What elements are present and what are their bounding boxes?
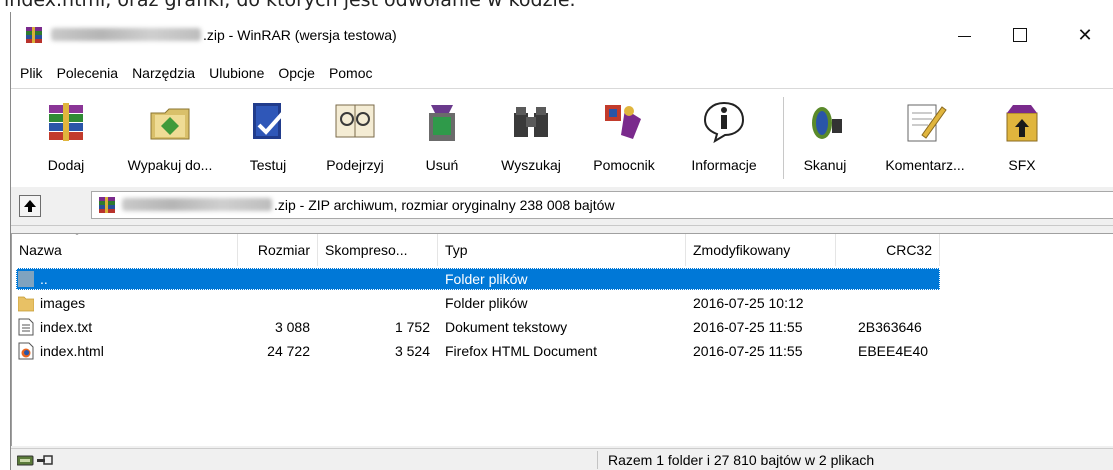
menu-plik[interactable]: Plik xyxy=(13,62,50,84)
info-label: Informacje xyxy=(691,157,757,173)
column-header-modified[interactable]: Zmodyfikowany xyxy=(686,234,836,266)
file-row-images[interactable]: images Folder plików 2016-07-25 10:12 xyxy=(12,292,1113,316)
menu-polecenia[interactable]: Polecenia xyxy=(50,62,126,84)
menu-narzedzia[interactable]: Narzędzia xyxy=(125,62,202,84)
column-header-packed[interactable]: Skompreso... xyxy=(318,234,438,266)
menu-pomoc[interactable]: Pomoc xyxy=(322,62,380,84)
window-title: .zip - WinRAR (wersja testowa) xyxy=(51,27,397,43)
binoculars-icon xyxy=(514,107,548,137)
book-glasses-icon xyxy=(335,104,375,138)
books-stack-icon xyxy=(49,103,83,141)
redacted-filename xyxy=(122,198,272,211)
virus-scan-icon xyxy=(812,107,842,139)
file-name: index.txt xyxy=(40,319,93,335)
file-packed: 1 752 xyxy=(394,319,430,335)
find-label: Wyszukaj xyxy=(501,157,561,173)
winrar-window: .zip - WinRAR (wersja testowa) ✕ Plik Po… xyxy=(10,12,1113,470)
status-bar: Razem 1 folder i 27 810 bajtów w 2 plika… xyxy=(11,448,1113,470)
test-label: Testuj xyxy=(249,157,287,173)
comment-label: Komentarz... xyxy=(885,157,965,173)
toolbar: Dodaj Wypakuj do... Testuj Podejrzyj Usu… xyxy=(11,88,1113,188)
test-check-icon xyxy=(253,103,285,139)
menu-bar: Plik Polecenia Narzędzia Ulubione Opcje … xyxy=(11,58,1113,88)
background-caption: index.html, oraz grafiki, do których jes… xyxy=(0,0,1113,12)
folder-up-icon xyxy=(18,271,34,287)
file-row-index-html[interactable]: index.html 24 722 3 524 Firefox HTML Doc… xyxy=(12,340,1113,364)
redacted-filename xyxy=(51,28,201,41)
sort-caret-icon: ﹀ xyxy=(72,234,82,243)
column-header-crc[interactable]: CRC32 xyxy=(836,234,940,266)
file-name: index.html xyxy=(40,343,104,359)
comment-button[interactable]: Komentarz... xyxy=(873,95,977,183)
comment-pen-icon xyxy=(907,104,947,142)
wizard-icon xyxy=(605,105,641,139)
file-modified: 2016-07-25 11:55 xyxy=(693,319,803,335)
file-crc: 2B363646 xyxy=(858,319,922,335)
info-icon xyxy=(703,101,745,144)
toolbar-separator xyxy=(783,97,784,179)
file-type: Firefox HTML Document xyxy=(445,343,597,359)
status-summary: Razem 1 folder i 27 810 bajtów w 2 plika… xyxy=(597,451,874,469)
close-button[interactable]: ✕ xyxy=(1058,12,1112,58)
file-type: Dokument tekstowy xyxy=(445,319,568,335)
file-type: Folder plików xyxy=(445,295,528,311)
drive-key-icon xyxy=(17,455,53,466)
scan-button[interactable]: Skanuj xyxy=(799,95,851,183)
address-row: .zip - ZIP archiwum, rozmiar oryginalny … xyxy=(11,187,1113,226)
file-modified: 2016-07-25 10:12 xyxy=(693,295,804,311)
extract-label: Wypakuj do... xyxy=(127,157,213,173)
delete-button[interactable]: Usuń xyxy=(419,95,465,183)
text-file-icon xyxy=(18,318,34,336)
file-row-index-txt[interactable]: index.txt 3 088 1 752 Dokument tekstowy … xyxy=(12,316,1113,340)
view-label: Podejrzyj xyxy=(326,157,384,173)
file-crc: EBEE4E40 xyxy=(858,343,929,359)
archive-path-box[interactable]: .zip - ZIP archiwum, rozmiar oryginalny … xyxy=(91,191,1113,219)
file-type: Folder plików xyxy=(445,271,528,287)
column-header-type[interactable]: Typ xyxy=(438,234,686,266)
file-name: images xyxy=(40,295,86,311)
caption-text: index.html, oraz grafiki, do których jes… xyxy=(4,0,576,11)
column-header-name[interactable]: Nazwa ﹀ xyxy=(12,234,238,266)
file-modified: 2016-07-25 11:55 xyxy=(693,343,803,359)
add-label: Dodaj xyxy=(47,157,85,173)
view-button[interactable]: Podejrzyj xyxy=(317,95,393,183)
maximize-button[interactable] xyxy=(993,12,1047,58)
sfx-label: SFX xyxy=(1008,157,1036,173)
test-button[interactable]: Testuj xyxy=(243,95,293,183)
wizard-button[interactable]: Pomocnik xyxy=(581,95,667,183)
archive-path-text: .zip - ZIP archiwum, rozmiar oryginalny … xyxy=(122,197,615,213)
file-size: 24 722 xyxy=(267,343,310,359)
info-button[interactable]: Informacje xyxy=(677,95,771,183)
scan-label: Skanuj xyxy=(803,157,847,173)
firefox-file-icon xyxy=(18,342,34,360)
minimize-button[interactable] xyxy=(937,12,991,58)
find-button[interactable]: Wyszukaj xyxy=(491,95,571,183)
file-row-parent[interactable]: .. Folder plików xyxy=(12,268,1113,292)
add-button[interactable]: Dodaj xyxy=(39,95,93,183)
menu-opcje[interactable]: Opcje xyxy=(271,62,322,84)
file-name: .. xyxy=(40,271,48,287)
sfx-box-icon xyxy=(1006,105,1038,142)
column-header-size[interactable]: Rozmiar xyxy=(238,234,318,266)
up-folder-button[interactable] xyxy=(19,195,41,217)
recycle-bin-icon xyxy=(429,105,455,141)
extract-folder-icon xyxy=(150,108,190,140)
file-packed: 3 524 xyxy=(394,343,430,359)
winrar-archive-icon xyxy=(99,197,115,213)
sfx-button[interactable]: SFX xyxy=(999,95,1045,183)
title-bar[interactable]: .zip - WinRAR (wersja testowa) ✕ xyxy=(11,12,1113,58)
delete-label: Usuń xyxy=(425,157,459,173)
file-list: Nazwa ﹀ Rozmiar Skompreso... Typ Zmodyfi… xyxy=(11,233,1113,446)
menu-ulubione[interactable]: Ulubione xyxy=(202,62,271,84)
winrar-app-icon xyxy=(26,27,42,43)
wizard-label: Pomocnik xyxy=(593,157,655,173)
folder-icon xyxy=(18,296,34,312)
arrow-up-icon xyxy=(24,200,36,212)
file-size: 3 088 xyxy=(274,319,310,335)
extract-button[interactable]: Wypakuj do... xyxy=(115,95,225,183)
